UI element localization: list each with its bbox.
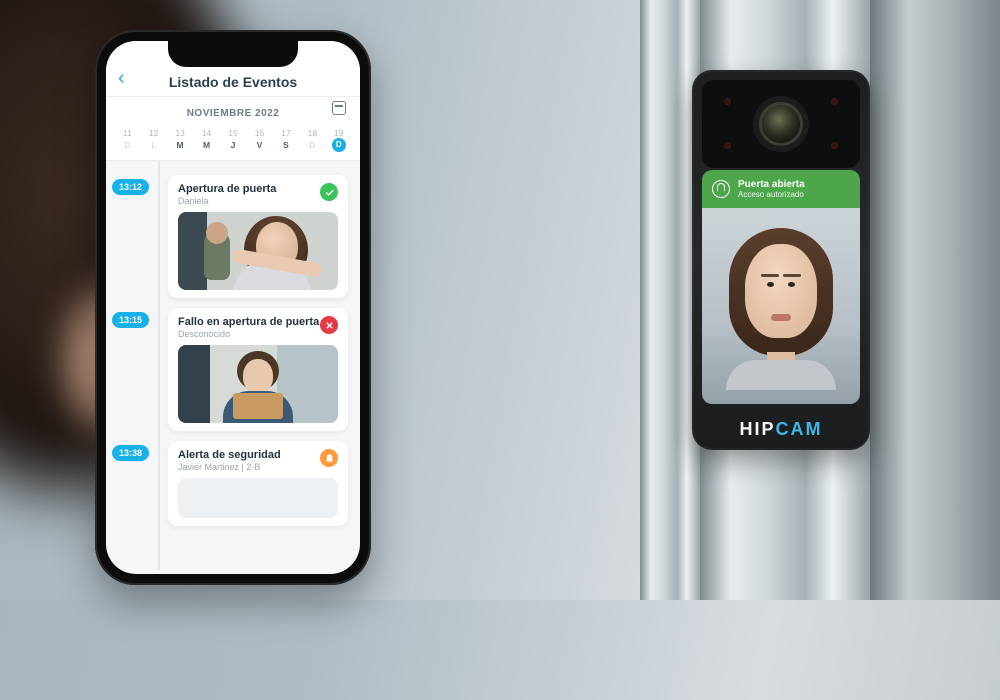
cal-dow: L bbox=[140, 139, 166, 152]
event-item[interactable]: 13:38 Alerta de seguridad Javier Martine… bbox=[168, 441, 348, 526]
event-item[interactable]: 13:12 Apertura de puerta Daniela bbox=[168, 175, 348, 298]
camera-lens-icon bbox=[759, 102, 803, 146]
calendar-strip[interactable]: 11 12 13 14 15 16 17 18 19 D L M M J V S… bbox=[106, 123, 360, 161]
month-selector[interactable]: NOVIEMBRE 2022 bbox=[106, 97, 360, 123]
camera-feed bbox=[702, 208, 860, 404]
unlock-icon bbox=[712, 180, 730, 198]
cal-day-num: 12 bbox=[140, 127, 166, 139]
event-time: 13:15 bbox=[112, 312, 149, 328]
event-title: Apertura de puerta bbox=[178, 183, 276, 195]
page-title: Listado de Eventos bbox=[169, 74, 297, 90]
hipcam-device: Puerta abierta Acceso autorizado HIPCAM bbox=[692, 70, 870, 450]
status-subtitle: Acceso autorizado bbox=[738, 190, 805, 200]
cal-day-num: 16 bbox=[246, 127, 272, 139]
event-card[interactable]: Fallo en apertura de puerta Desconocido bbox=[168, 308, 348, 431]
cal-dow: V bbox=[246, 139, 272, 152]
event-subtitle: Daniela bbox=[178, 196, 276, 206]
phone-mockup: ‹ Listado de Eventos NOVIEMBRE 2022 11 1… bbox=[95, 30, 371, 585]
cal-day-num: 18 bbox=[299, 127, 325, 139]
brand-right: CAM bbox=[776, 419, 823, 439]
brand-left: HIP bbox=[739, 419, 775, 439]
cal-dow: M bbox=[193, 139, 219, 152]
recognized-face bbox=[721, 222, 841, 382]
cal-day-num: 15 bbox=[220, 127, 246, 139]
event-subtitle: Desconocido bbox=[178, 329, 319, 339]
status-title: Puerta abierta bbox=[738, 179, 805, 190]
event-thumbnail[interactable] bbox=[178, 478, 338, 518]
event-thumbnail[interactable] bbox=[178, 212, 338, 290]
metal-column bbox=[640, 0, 700, 600]
metal-column bbox=[870, 0, 1000, 600]
cal-dow: D bbox=[114, 139, 140, 152]
cal-dow: J bbox=[220, 139, 246, 152]
event-subtitle: Javier Martinez | 2-B bbox=[178, 462, 281, 472]
access-status-bar: Puerta abierta Acceso autorizado bbox=[702, 170, 860, 208]
device-camera-module bbox=[702, 80, 860, 168]
cal-day-num: 13 bbox=[167, 127, 193, 139]
event-card[interactable]: Alerta de seguridad Javier Martinez | 2-… bbox=[168, 441, 348, 526]
event-time: 13:12 bbox=[112, 179, 149, 195]
event-timeline[interactable]: 13:12 Apertura de puerta Daniela bbox=[106, 161, 360, 570]
event-card[interactable]: Apertura de puerta Daniela bbox=[168, 175, 348, 298]
event-title: Fallo en apertura de puerta bbox=[178, 316, 319, 328]
event-time: 13:38 bbox=[112, 445, 149, 461]
status-fail-icon bbox=[320, 316, 338, 334]
status-success-icon bbox=[320, 183, 338, 201]
ir-led-icon bbox=[724, 142, 731, 149]
timeline-rail bbox=[158, 161, 160, 570]
ir-led-icon bbox=[831, 142, 838, 149]
event-item[interactable]: 13:15 Fallo en apertura de puerta Descon… bbox=[168, 308, 348, 431]
cal-dow: M bbox=[167, 139, 193, 152]
event-title: Alerta de seguridad bbox=[178, 449, 281, 461]
cal-dow: S bbox=[273, 139, 299, 152]
cal-day-num: 17 bbox=[273, 127, 299, 139]
status-alert-icon bbox=[320, 449, 338, 467]
event-thumbnail[interactable] bbox=[178, 345, 338, 423]
calendar-icon[interactable] bbox=[332, 101, 346, 115]
device-screen[interactable]: Puerta abierta Acceso autorizado bbox=[702, 170, 860, 404]
back-button[interactable]: ‹ bbox=[118, 67, 125, 90]
cal-dow: D bbox=[299, 139, 325, 152]
cal-day-num: 11 bbox=[114, 127, 140, 139]
device-brand: HIPCAM bbox=[692, 419, 870, 440]
ir-led-icon bbox=[831, 98, 838, 105]
phone-screen: ‹ Listado de Eventos NOVIEMBRE 2022 11 1… bbox=[106, 41, 360, 574]
month-label: NOVIEMBRE 2022 bbox=[187, 108, 280, 119]
ir-led-icon bbox=[724, 98, 731, 105]
cal-dow-current[interactable]: D bbox=[332, 138, 346, 152]
cal-day-num: 14 bbox=[193, 127, 219, 139]
phone-notch bbox=[168, 41, 298, 67]
